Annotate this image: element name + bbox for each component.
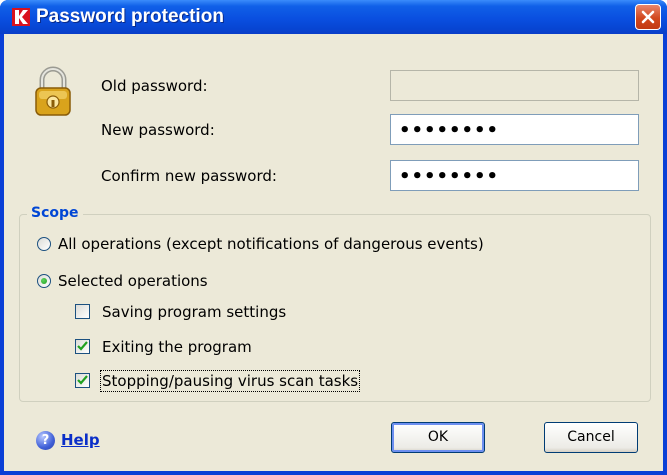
old-password-field <box>390 70 639 101</box>
help-icon[interactable]: ? <box>36 431 55 450</box>
radio-selected-operations-label[interactable]: Selected operations <box>58 272 208 290</box>
checkbox-saving-settings[interactable] <box>75 304 90 319</box>
checkbox-stopping-tasks[interactable] <box>75 373 90 388</box>
radio-all-operations-label[interactable]: All operations (except notifications of … <box>58 235 484 253</box>
checkbox-exiting-program-label[interactable]: Exiting the program <box>102 338 252 356</box>
check-icon <box>77 341 88 351</box>
radio-selected-operations[interactable] <box>37 274 51 288</box>
radio-all-operations[interactable] <box>37 237 51 251</box>
window-title: Password protection <box>36 6 224 27</box>
scope-title: Scope <box>27 205 83 222</box>
radio-selected-dot <box>41 278 47 284</box>
confirm-password-field[interactable]: •••••••• <box>390 160 639 191</box>
checkbox-saving-settings-label[interactable]: Saving program settings <box>102 303 286 321</box>
new-password-label: New password: <box>101 121 215 139</box>
lock-icon <box>35 66 71 116</box>
checkbox-stopping-tasks-label[interactable]: Stopping/pausing virus scan tasks <box>99 370 361 392</box>
confirm-password-label: Confirm new password: <box>101 167 277 185</box>
new-password-field[interactable]: •••••••• <box>390 114 639 145</box>
old-password-label: Old password: <box>101 77 208 95</box>
ok-button[interactable]: OK <box>391 422 485 453</box>
kaspersky-k-icon <box>12 8 30 26</box>
title-bar[interactable]: Password protection <box>0 0 667 34</box>
close-icon <box>641 10 655 24</box>
help-link[interactable]: Help <box>61 431 100 449</box>
close-button[interactable] <box>635 4 661 30</box>
cancel-button[interactable]: Cancel <box>544 422 638 453</box>
checkbox-exiting-program[interactable] <box>75 339 90 354</box>
check-icon <box>77 375 88 385</box>
